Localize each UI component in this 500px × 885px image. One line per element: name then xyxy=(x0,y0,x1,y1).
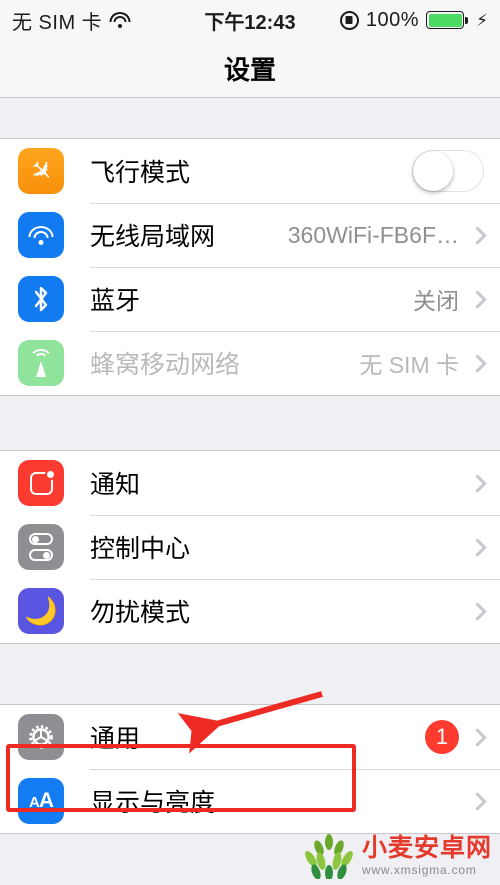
airplane-mode-toggle[interactable] xyxy=(412,150,484,192)
watermark-text: 小麦安卓网 www.xmsigma.com xyxy=(361,834,492,877)
row-accessory xyxy=(468,601,500,621)
iphone-settings-screen: 无 SIM 卡 下午12:43 100% ⚡ 设置 ✈ 飞行模式 无线局域网 3… xyxy=(0,0,500,885)
carrier-label: 无 SIM 卡 xyxy=(12,11,103,34)
group-gap-1 xyxy=(0,396,500,450)
status-bar: 无 SIM 卡 下午12:43 100% ⚡ xyxy=(0,0,500,40)
watermark: 小麦安卓网 www.xmsigma.com xyxy=(302,833,492,879)
settings-row-display-brightness[interactable]: AA 显示与亮度 xyxy=(0,769,500,833)
settings-group-notifications: 通知 控制中心 🌙 勿扰模式 xyxy=(0,450,500,644)
battery-percent-label: 100% xyxy=(365,8,420,31)
rotation-lock-icon xyxy=(339,10,359,30)
wifi-icon xyxy=(18,212,64,258)
row-label: 飞行模式 xyxy=(90,159,191,187)
settings-row-general[interactable]: 通用 1 xyxy=(0,705,500,769)
row-accessory: 无 SIM 卡 xyxy=(359,346,500,380)
do-not-disturb-icon: 🌙 xyxy=(18,588,64,634)
row-label: 控制中心 xyxy=(90,535,191,563)
chevron-right-icon xyxy=(468,289,487,309)
bluetooth-icon xyxy=(18,276,64,322)
row-value: 360WiFi-FB6F… xyxy=(287,221,459,248)
settings-group-connectivity: ✈ 飞行模式 无线局域网 360WiFi-FB6F… 蓝牙 关闭 蜂窝移动网络 … xyxy=(0,138,500,396)
row-value: 关闭 xyxy=(413,288,459,314)
wheat-logo xyxy=(305,834,353,879)
row-accessory xyxy=(412,150,500,192)
row-label: 显示与亮度 xyxy=(90,789,216,817)
chevron-right-icon xyxy=(468,791,487,811)
settings-row-cellular[interactable]: 蜂窝移动网络 无 SIM 卡 xyxy=(0,331,500,395)
page-title: 设置 xyxy=(223,55,276,85)
row-value: 无 SIM 卡 xyxy=(359,352,459,378)
status-bar-left: 无 SIM 卡 xyxy=(12,6,131,35)
settings-row-wifi[interactable]: 无线局域网 360WiFi-FB6F… xyxy=(0,203,500,267)
control-center-icon xyxy=(18,524,64,570)
row-label: 蓝牙 xyxy=(90,287,141,315)
watermark-url: www.xmsigma.com xyxy=(361,863,477,877)
gear-icon xyxy=(18,714,64,760)
row-accessory: 关闭 xyxy=(413,282,500,316)
chevron-right-icon xyxy=(468,601,487,621)
row-label: 蜂窝移动网络 xyxy=(90,351,241,379)
row-label: 无线局域网 xyxy=(90,223,216,251)
gear-glyph xyxy=(29,725,53,749)
status-bar-right: 100% ⚡ xyxy=(339,8,488,32)
row-accessory: 1 xyxy=(425,720,500,754)
bluetooth-glyph xyxy=(34,286,48,312)
battery-icon xyxy=(426,11,469,29)
lightning-bolt-icon: ⚡ xyxy=(476,10,488,30)
row-accessory xyxy=(468,791,500,811)
row-label: 勿扰模式 xyxy=(90,599,191,627)
chevron-right-icon xyxy=(468,473,487,493)
wifi-icon xyxy=(109,12,131,28)
settings-row-do-not-disturb[interactable]: 🌙 勿扰模式 xyxy=(0,579,500,643)
row-label: 通用 xyxy=(90,725,141,753)
chevron-right-icon xyxy=(468,225,487,245)
group-gap-top xyxy=(0,98,500,138)
status-badge: 1 xyxy=(425,720,459,754)
group-gap-2 xyxy=(0,644,500,704)
display-brightness-icon: AA xyxy=(18,778,64,824)
cellular-icon xyxy=(18,340,64,386)
chevron-right-icon xyxy=(468,353,487,373)
notifications-icon xyxy=(18,460,64,506)
chevron-right-icon xyxy=(468,727,487,747)
row-label: 通知 xyxy=(90,471,141,499)
settings-row-control-center[interactable]: 控制中心 xyxy=(0,515,500,579)
watermark-site-name: 小麦安卓网 xyxy=(361,834,492,862)
airplane-icon: ✈ xyxy=(18,148,64,194)
row-accessory: 360WiFi-FB6F… xyxy=(288,222,500,249)
settings-row-notifications[interactable]: 通知 xyxy=(0,451,500,515)
settings-group-general: 通用 1 AA 显示与亮度 xyxy=(0,704,500,834)
chevron-right-icon xyxy=(468,537,487,557)
settings-row-airplane-mode[interactable]: ✈ 飞行模式 xyxy=(0,139,500,203)
row-accessory xyxy=(468,473,500,493)
navigation-bar: 设置 xyxy=(0,40,500,98)
settings-row-bluetooth[interactable]: 蓝牙 关闭 xyxy=(0,267,500,331)
row-accessory xyxy=(468,537,500,557)
